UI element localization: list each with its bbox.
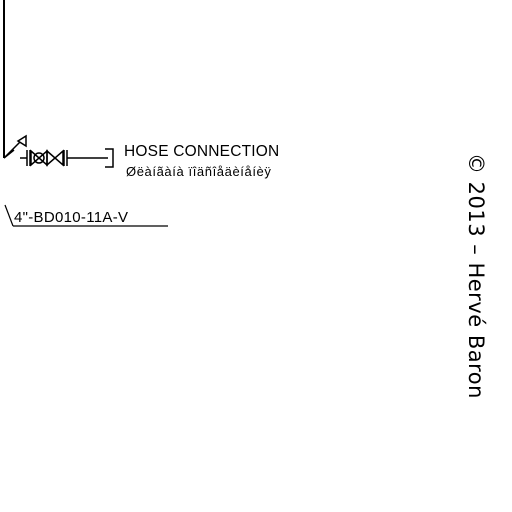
line-tag-label: 4"-BD010-11A-V (14, 209, 128, 226)
hose-connection-sublabel: Øëàíãàíà ïîäñîåäèíåíèÿ (126, 164, 271, 179)
hose-connection-label: HOSE CONNECTION (124, 143, 279, 160)
copyright-watermark: © 2013 – Hervé Baron (464, 153, 488, 399)
piping-diagram: HOSE CONNECTION Øëàíãàíà ïîäñîåäèíåíèÿ 4… (3, 0, 488, 399)
spec-break-triangle-icon (16, 134, 27, 148)
hose-connection-branch (3, 134, 27, 159)
gate-valve-icon (26, 149, 68, 167)
